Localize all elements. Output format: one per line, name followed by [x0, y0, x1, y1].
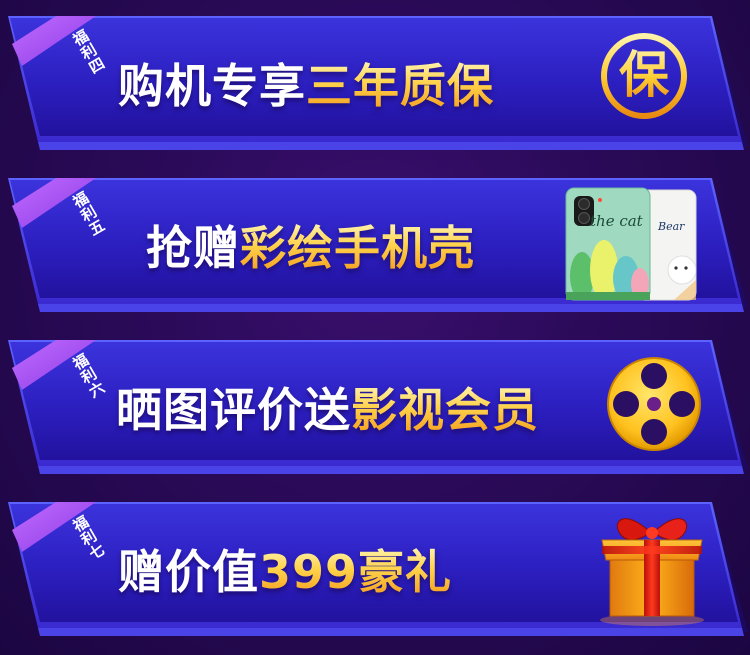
benefit-banner-phone-case[interactable]: 福利五 抢赠彩绘手机壳 the cat Bear [0, 172, 750, 322]
phone-case-image: the cat Bear [562, 184, 702, 306]
badge-char: 保 [596, 46, 692, 104]
headline: 赠价值399豪礼 [118, 545, 453, 599]
case-left-text: the cat [590, 212, 643, 230]
benefit-banner-warranty[interactable]: 福利四 购机专享三年质保 保 [0, 10, 750, 160]
benefit-banner-membership[interactable]: 福利六 晒图评价送影视会员 [0, 334, 750, 484]
film-reel-icon [604, 354, 704, 458]
case-right-text: Bear [658, 220, 685, 233]
headline: 购机专享三年质保 [118, 59, 494, 113]
benefit-banner-gift[interactable]: 福利七 赠价值399豪礼 [0, 496, 750, 646]
headline: 晒图评价送影视会员 [116, 383, 539, 437]
warranty-badge-icon: 保 [596, 28, 692, 128]
headline: 抢赠彩绘手机壳 [146, 221, 475, 275]
gift-box-icon [592, 502, 712, 634]
